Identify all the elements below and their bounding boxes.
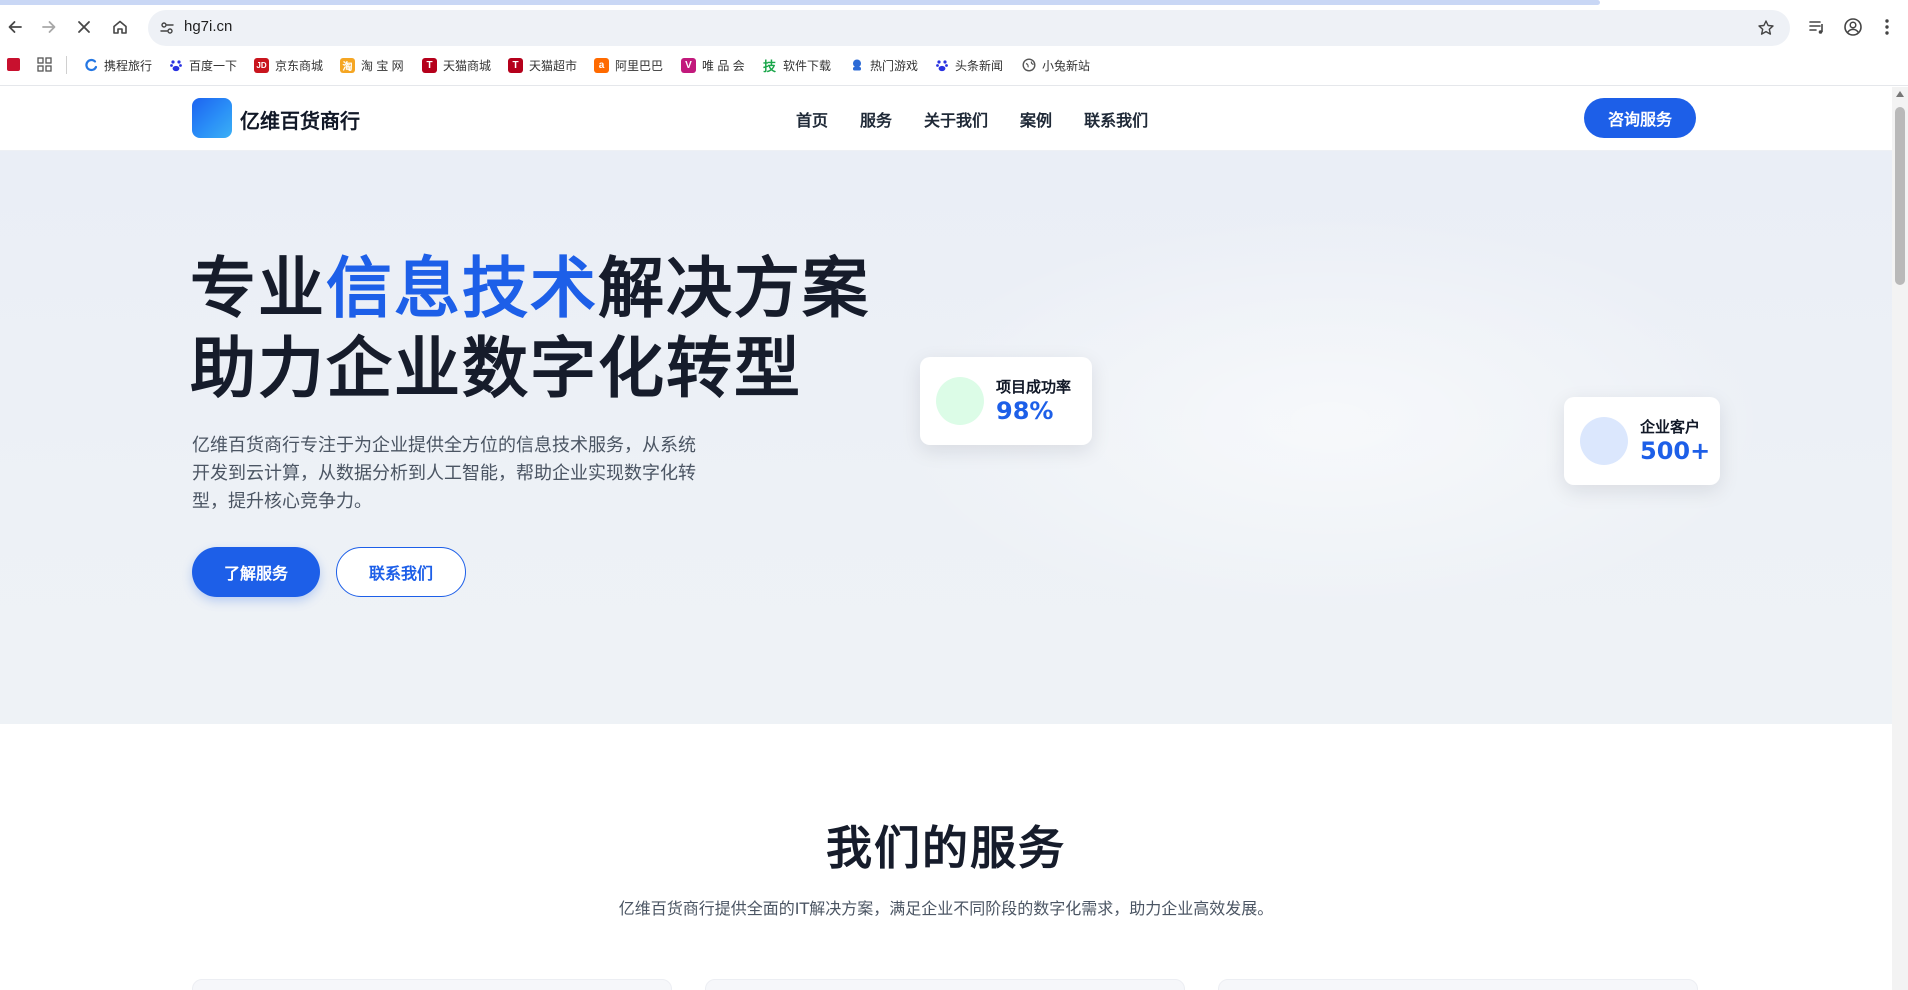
hero-title-suffix: 解决方案 (598, 250, 870, 327)
site-settings-icon[interactable] (156, 17, 178, 39)
home-button[interactable] (105, 12, 135, 42)
main-nav: 首页 服务 关于我们 案例 联系我们 (796, 107, 1180, 131)
playlist-icon (1809, 21, 1823, 34)
stat-value: 98% (996, 397, 1054, 425)
nav-cases[interactable]: 案例 (1020, 107, 1052, 131)
back-button[interactable] (0, 12, 30, 42)
bookmark-vip[interactable]: V 唯 品 会 (681, 54, 745, 76)
contact-us-button[interactable]: 联系我们 (336, 547, 466, 597)
bookmark-label: 软件下载 (783, 58, 832, 73)
profile-button[interactable] (1838, 12, 1868, 42)
tmall-market-icon: T (508, 57, 523, 73)
stop-loading-button[interactable] (69, 12, 99, 42)
bookmark-star-icon[interactable] (1754, 16, 1778, 40)
services-title: 我们的服务 (826, 821, 1066, 875)
bookmark-label: 天猫商城 (443, 58, 492, 73)
tmall-icon: T (422, 57, 437, 73)
hero-description: 亿维百货商行专注于为企业提供全方位的信息技术服务，从系统开发到云计算，从数据分析… (192, 435, 696, 512)
stat-value: 500+ (1640, 437, 1711, 465)
forward-button[interactable] (34, 12, 64, 42)
bookmark-tmall-market[interactable]: T 天猫超市 (508, 54, 577, 76)
news-icon (934, 57, 949, 73)
learn-services-button[interactable]: 了解服务 (192, 547, 320, 597)
hero-section: 专业信息技术解决方案 助力企业数字化转型 亿维百货商行专注于为企业提供全方位的信… (0, 151, 1892, 724)
bookmark-label: 百度一下 (189, 58, 238, 73)
bookmarks-bar: 携程旅行 百度一下 JD 京东商城 淘 淘 宝 网 T 天猫商城 T 天猫超市 … (0, 52, 1908, 78)
games-icon (849, 57, 864, 73)
bookmark-label: 热门游戏 (870, 58, 919, 73)
home-icon (113, 20, 127, 34)
address-bar[interactable]: hg7i.cn (148, 10, 1790, 46)
close-icon (78, 21, 90, 33)
site-header: 亿维百货商行 首页 服务 关于我们 案例 联系我们 咨询服务 (0, 87, 1892, 151)
bookmark-label: 头条新闻 (955, 58, 1004, 73)
software-download-icon: 技 (762, 57, 777, 74)
logo-text[interactable]: 亿维百货商行 (240, 105, 360, 134)
baidu-icon (168, 57, 183, 73)
bookmark-label: 携程旅行 (104, 58, 153, 73)
nav-services[interactable]: 服务 (860, 107, 892, 131)
scrollbar-thumb[interactable] (1895, 107, 1905, 285)
bookmark-alibaba[interactable]: a 阿里巴巴 (594, 54, 663, 76)
nav-home[interactable]: 首页 (796, 107, 828, 131)
arrow-right-icon (42, 21, 56, 33)
stat-label: 企业客户 (1640, 418, 1701, 436)
ctrip-icon (83, 57, 98, 73)
stat-label: 项目成功率 (996, 378, 1072, 396)
bookmark-xiaotu[interactable]: 小兔新站 (1021, 54, 1090, 76)
stat-card-clients: 企业客户 500+ (1564, 397, 1720, 485)
red-square-icon[interactable] (6, 56, 24, 74)
services-subtitle: 亿维百货商行提供全面的IT解决方案，满足企业不同阶段的数字化需求，助力企业高效发… (618, 899, 1274, 918)
stat-card-success-rate: 项目成功率 98% (920, 357, 1092, 445)
taobao-icon: 淘 (340, 57, 355, 73)
hero-title-prefix: 专业 (190, 250, 326, 327)
bookmark-software-download[interactable]: 技 软件下载 (762, 54, 831, 76)
globe-icon (1021, 57, 1036, 73)
bookmarks-divider (66, 56, 67, 74)
alibaba-icon: a (594, 57, 609, 73)
browser-chrome: hg7i.cn 携程旅行 百度一下 JD 京东商城 淘 淘 宝 网 T 天猫商城… (0, 0, 1908, 86)
bookmark-label: 阿里巴巴 (615, 58, 664, 73)
bookmark-ctrip[interactable]: 携程旅行 (83, 54, 152, 76)
bookmark-taobao[interactable]: 淘 淘 宝 网 (340, 54, 404, 76)
logo-mark[interactable] (192, 98, 232, 138)
bookmark-label: 小兔新站 (1042, 58, 1091, 73)
vip-icon: V (681, 57, 696, 73)
page-scrollbar[interactable] (1892, 87, 1908, 990)
nav-contact[interactable]: 联系我们 (1084, 107, 1148, 131)
url-text[interactable]: hg7i.cn (184, 18, 232, 35)
scroll-up-arrow-icon[interactable] (1896, 91, 1904, 97)
bookmark-label: 淘 宝 网 (361, 58, 404, 73)
apps-grid-icon[interactable] (37, 56, 55, 74)
browser-menu-button[interactable] (1872, 12, 1902, 42)
bookmark-games[interactable]: 热门游戏 (849, 54, 918, 76)
account-icon (1844, 18, 1862, 36)
bookmark-news[interactable]: 头条新闻 (934, 54, 1003, 76)
nav-about[interactable]: 关于我们 (924, 107, 988, 131)
browser-toolbar: hg7i.cn (0, 8, 1908, 46)
jd-icon: JD (254, 57, 269, 73)
hero-title-line2: 助力企业数字化转型 (190, 330, 802, 407)
bookmark-label: 唯 品 会 (702, 58, 745, 73)
stat-dot (936, 377, 984, 425)
bookmark-tmall[interactable]: T 天猫商城 (422, 54, 491, 76)
bookmark-label: 天猫超市 (529, 58, 578, 73)
arrow-left-icon (8, 21, 22, 33)
stat-dot (1580, 417, 1628, 465)
bookmark-label: 京东商城 (275, 58, 324, 73)
service-card[interactable] (1218, 979, 1698, 990)
page-loading-bar (0, 0, 1600, 5)
media-control-button[interactable] (1802, 12, 1832, 42)
consult-button[interactable]: 咨询服务 (1584, 98, 1696, 138)
hero-title-accent: 信息技术 (326, 250, 598, 327)
bookmark-baidu[interactable]: 百度一下 (168, 54, 237, 76)
bookmark-jd[interactable]: JD 京东商城 (254, 54, 323, 76)
more-vertical-icon (1885, 19, 1889, 35)
service-card[interactable] (192, 979, 672, 990)
service-card[interactable] (705, 979, 1185, 990)
hero-title: 专业信息技术解决方案 助力企业数字化转型 (190, 249, 870, 409)
